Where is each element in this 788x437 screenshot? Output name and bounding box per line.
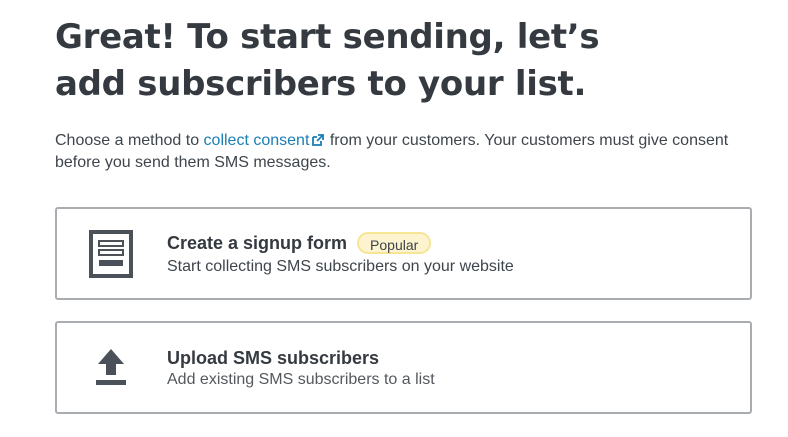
upload-sms-subscribers-text: Upload SMS subscribers Add existing SMS … [167,346,435,390]
page-title: Great! To start sending, let’s add subsc… [55,17,600,104]
create-signup-form-description: Start collecting SMS subscribers on your… [167,258,514,275]
collect-consent-link-label[interactable]: collect consent [204,132,310,149]
upload-sms-subscribers-title: Upload SMS subscribers [167,348,380,368]
popular-badge: Popular [357,232,432,254]
collect-consent-link[interactable]: collect consent [204,132,326,149]
create-signup-form-option[interactable]: Create a signup form Popular Start colle… [55,207,752,300]
add-subscribers-panel: Great! To start sending, let’s add subsc… [55,14,755,414]
create-signup-form-title-row: Create a signup form Popular [167,231,514,255]
upload-sms-subscribers-description: Add existing SMS subscribers to a list [167,371,435,388]
upload-sms-subscribers-option[interactable]: Upload SMS subscribers Add existing SMS … [55,321,752,414]
upload-icon [87,344,135,392]
form-icon [87,230,135,278]
create-signup-form-text: Create a signup form Popular Start colle… [167,231,514,277]
intro-text-start: Choose a method to [55,132,204,149]
external-link-icon[interactable] [312,134,325,146]
create-signup-form-title: Create a signup form [167,233,348,253]
intro-text: Choose a method to collect consent from … [55,130,745,174]
